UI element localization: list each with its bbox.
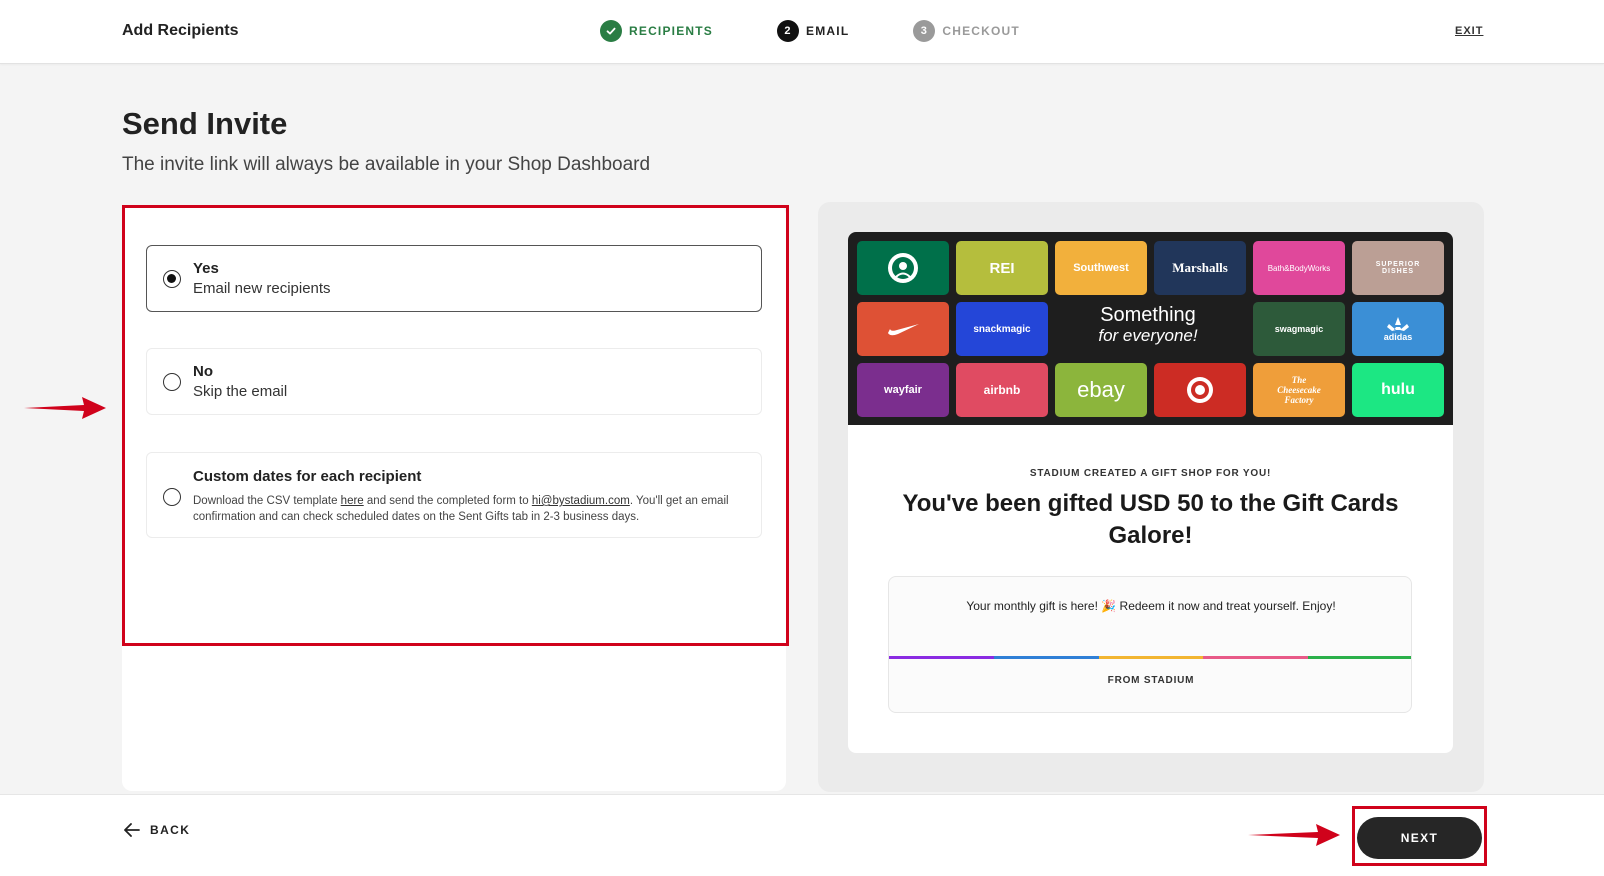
step-email[interactable]: 2 EMAIL [777,20,849,42]
divider-segment [1098,656,1204,659]
page-subtitle: The invite link will always be available… [122,154,651,175]
brand-grid: REI Southwest Marshalls Bath&BodyWorks S… [848,232,1453,425]
option-description: Skip the email [193,383,288,400]
desc-text: and send the completed form to [363,495,532,507]
top-bar: Add Recipients RECIPIENTS 2 EMAIL 3 CHEC… [0,0,1604,64]
annotation-arrow-icon [1248,824,1340,846]
starbucks-logo [857,241,949,295]
page-header-title: Add Recipients [122,22,239,39]
arrow-left-icon [124,823,140,837]
adidas-logo: adidas [1352,302,1444,356]
created-label: STADIUM CREATED A GIFT SHOP FOR YOU! [1029,468,1272,479]
message-box: Your monthly gift is here! 🎉 Redeem it n… [888,576,1412,713]
step-recipients[interactable]: RECIPIENTS [600,20,713,42]
step-label: EMAIL [806,24,850,38]
step-number: 3 [913,20,936,42]
step-number: 2 [777,20,800,42]
check-icon [600,20,622,42]
gift-title: You've been gifted USD 50 to the Gift Ca… [902,490,1399,549]
airbnb-logo: airbnb [956,363,1048,417]
rei-logo: REI [956,241,1048,295]
email-link[interactable]: hi@bystadium.com [532,495,630,507]
radio-no[interactable] [163,373,181,391]
option-description: Email new recipients [193,280,331,297]
option-title: Yes [193,260,219,277]
superior-dishes-logo: SUPERIOR DISHES [1352,241,1444,295]
something-for-everyone-banner: Something for everyone! [1058,304,1238,354]
option-custom-dates[interactable]: Custom dates for each recipient Download… [146,452,762,538]
footer-bar: BACK NEXT [0,794,1604,876]
divider-segment [889,656,994,659]
target-logo [1154,363,1246,417]
page-title: Send Invite [122,106,288,141]
csv-template-link[interactable]: here [341,495,364,507]
option-description: Download the CSV template here and send … [193,493,749,525]
rainbow-divider [889,656,1411,659]
wayfair-logo: wayfair [857,363,949,417]
from-label: FROM STADIUM [1107,675,1195,686]
ebay-logo: ebay [1055,363,1147,417]
snackmagic-logo: snackmagic [956,302,1048,356]
annotation-arrow-icon [24,397,106,419]
exit-link[interactable]: EXIT [1455,25,1483,37]
adidas-label: adidas [1383,332,1413,342]
option-no[interactable]: No Skip the email [146,348,762,415]
divider-segment [1203,656,1309,659]
nike-logo [857,302,949,356]
gift-message: Your monthly gift is here! 🎉 Redeem it n… [966,599,1336,613]
option-title: Custom dates for each recipient [193,468,422,485]
back-label: BACK [150,823,191,837]
banner-line-2: for everyone! [1098,326,1198,345]
next-button[interactable]: NEXT [1357,817,1482,859]
stepper: RECIPIENTS 2 EMAIL 3 CHECKOUT [600,20,1084,42]
step-label: RECIPIENTS [629,24,714,38]
marshalls-logo: Marshalls [1154,241,1246,295]
southwest-logo: Southwest [1055,241,1147,295]
email-preview-card: REI Southwest Marshalls Bath&BodyWorks S… [848,232,1453,753]
swagmagic-logo: swagmagic [1253,302,1345,356]
step-label: CHECKOUT [942,24,1020,38]
cheesecake-factory-logo: The Cheesecake Factory [1253,363,1345,417]
desc-text: Download the CSV template [193,495,341,507]
radio-yes[interactable] [163,270,181,288]
divider-segment [1308,656,1411,659]
step-checkout[interactable]: 3 CHECKOUT [913,20,1020,42]
back-button[interactable]: BACK [124,823,190,837]
option-yes[interactable]: Yes Email new recipients [146,245,762,312]
bath-body-works-logo: Bath&BodyWorks [1253,241,1345,295]
option-title: No [193,363,213,380]
banner-line-1: Something [1100,304,1196,326]
radio-custom-dates[interactable] [163,488,181,506]
hulu-logo: hulu [1352,363,1444,417]
divider-segment [993,656,1099,659]
